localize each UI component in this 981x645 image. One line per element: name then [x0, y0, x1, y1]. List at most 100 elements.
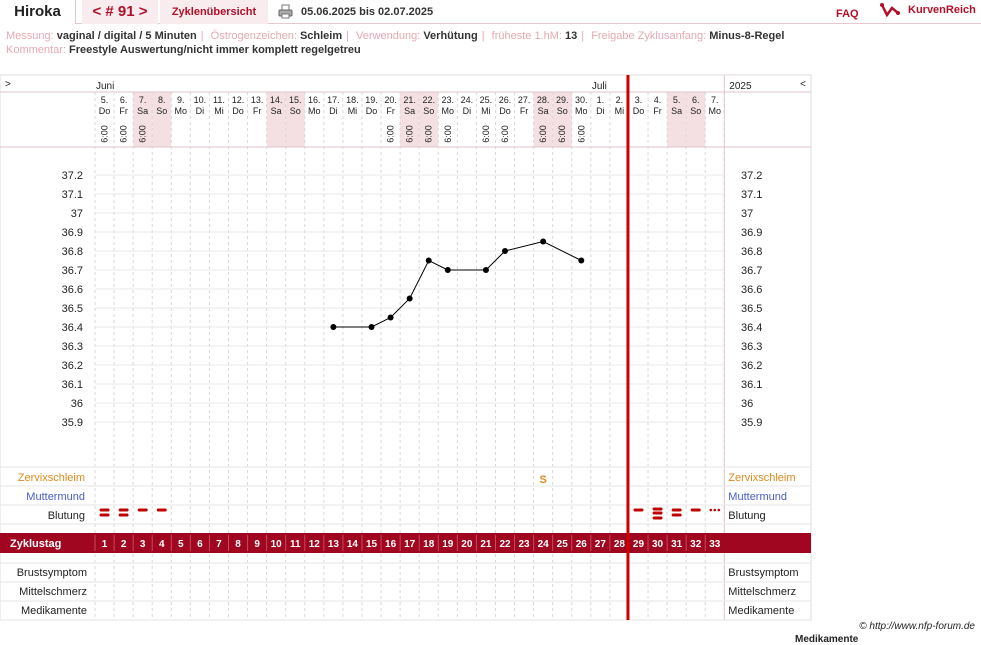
scroll-left-button[interactable]: >	[5, 79, 11, 90]
cut-off-label: Medikamente	[795, 634, 859, 645]
measure-time: 6:00	[443, 125, 453, 143]
day-date: 6.	[120, 95, 128, 105]
day-date: 15.	[289, 95, 302, 105]
ytick-label-left: 36.2	[62, 360, 83, 372]
day-weekday: Di	[196, 106, 205, 116]
cycle-day-number: 1	[102, 539, 108, 550]
day-weekday: Sa	[671, 106, 682, 116]
day-date: 16.	[308, 95, 321, 105]
cycle-day-number: 8	[235, 539, 241, 550]
ytick-label-left: 36.1	[62, 379, 83, 391]
cycle-day-number: 19	[442, 539, 454, 550]
day-weekday: So	[290, 106, 301, 116]
cycle-day-number: 21	[480, 539, 492, 550]
cycle-day-number: 7	[216, 539, 222, 550]
day-weekday: Mi	[348, 106, 358, 116]
cycle-day-number: 24	[538, 539, 550, 550]
cycle-day-number: 17	[404, 539, 416, 550]
ytick-label-left: 37.2	[62, 170, 83, 182]
cycle-day-number: 10	[271, 539, 283, 550]
measure-time: 6:00	[138, 125, 148, 143]
day-weekday: Mo	[575, 106, 588, 116]
ytick-label-left: 37	[71, 208, 83, 220]
temperature-point[interactable]	[540, 238, 547, 245]
day-date: 21.	[403, 95, 416, 105]
cycle-day-number: 12	[309, 539, 321, 550]
day-date: 25.	[480, 95, 493, 105]
day-weekday: Do	[232, 106, 244, 116]
day-date: 13.	[251, 95, 264, 105]
day-date: 10.	[194, 95, 207, 105]
ytick-label-right: 36.2	[741, 360, 762, 372]
temperature-point[interactable]	[482, 267, 489, 273]
temperature-point[interactable]	[578, 257, 585, 264]
ytick-label-right: 36.1	[741, 379, 762, 391]
cycle-day-number: 28	[614, 539, 626, 550]
day-date: 7.	[711, 95, 719, 105]
day-date: 24.	[461, 95, 474, 105]
day-weekday: Do	[499, 106, 511, 116]
cycle-day-number: 29	[633, 539, 645, 550]
measure-time: 6:00	[500, 125, 510, 143]
ytick-label-left: 36.6	[62, 284, 83, 296]
temperature-point[interactable]	[425, 257, 432, 264]
cycle-day-number: 14	[347, 539, 359, 550]
temperature-point[interactable]	[387, 314, 394, 321]
bleeding-mark	[118, 508, 129, 512]
day-weekday: Di	[596, 106, 605, 116]
ytick-label-right: 37.2	[741, 170, 762, 182]
ytick-label-right: 36.3	[741, 341, 762, 353]
cycle-day-number: 15	[366, 539, 378, 550]
measure-time: 6:00	[119, 125, 129, 143]
ytick-label-right: 36.5	[741, 303, 762, 315]
day-weekday: Mo	[709, 106, 722, 116]
day-weekday: So	[423, 106, 434, 116]
month-label: Juli	[592, 81, 607, 92]
day-weekday: Fr	[253, 106, 262, 116]
ytick-label-right: 36	[741, 398, 753, 410]
day-weekday: Sa	[538, 106, 549, 116]
ytick-label-left: 37.1	[62, 189, 83, 201]
cycle-day-number: 31	[671, 539, 683, 550]
temperature-point[interactable]	[330, 324, 337, 330]
mittelschmerz-label-right: Mittelschmerz	[728, 586, 796, 598]
ytick-label-right: 36.4	[741, 322, 762, 334]
copyright: © http://www.nfp-forum.de	[859, 621, 975, 632]
cycle-day-number: 25	[557, 539, 569, 550]
blutung-label: Blutung	[48, 510, 85, 522]
zyklustag-label: Zyklustag	[10, 538, 61, 550]
temperature-point[interactable]	[444, 267, 451, 273]
bleeding-mark	[671, 508, 682, 512]
day-date: 12.	[232, 95, 245, 105]
day-date: 2.	[616, 95, 624, 105]
ytick-label-right: 36.6	[741, 284, 762, 296]
scroll-right-button[interactable]: <	[800, 79, 806, 90]
day-weekday: Fr	[386, 106, 395, 116]
day-weekday: Sa	[404, 106, 415, 116]
day-weekday: Mo	[442, 106, 455, 116]
cycle-day-number: 32	[690, 539, 702, 550]
temperature-point[interactable]	[368, 324, 375, 330]
temperature-point[interactable]	[502, 248, 509, 254]
bleeding-mark	[156, 508, 167, 512]
bleeding-mark	[99, 513, 110, 517]
day-date: 8.	[158, 95, 166, 105]
bleeding-mark	[118, 513, 129, 517]
month-label: Juni	[96, 81, 114, 92]
measure-time: 6:00	[100, 125, 110, 143]
ytick-label-left: 36.7	[62, 265, 83, 277]
cycle-chart: > <Juni Juli 20255.Do6:006.Fr6:007.Sa6:008.…	[0, 74, 812, 621]
day-weekday: Sa	[137, 106, 148, 116]
day-weekday: Di	[329, 106, 338, 116]
bleeding-mark	[717, 508, 721, 512]
day-weekday: Do	[633, 106, 645, 116]
temperature-point[interactable]	[406, 295, 413, 302]
mittelschmerz-label: Mittelschmerz	[19, 586, 87, 598]
cycle-day-number: 5	[178, 539, 184, 550]
day-date: 5.	[673, 95, 681, 105]
day-date: 18.	[346, 95, 359, 105]
ytick-label-left: 36	[71, 398, 83, 410]
bleeding-mark	[652, 511, 663, 515]
measure-time: 6:00	[405, 125, 415, 143]
day-weekday: Mi	[615, 106, 625, 116]
